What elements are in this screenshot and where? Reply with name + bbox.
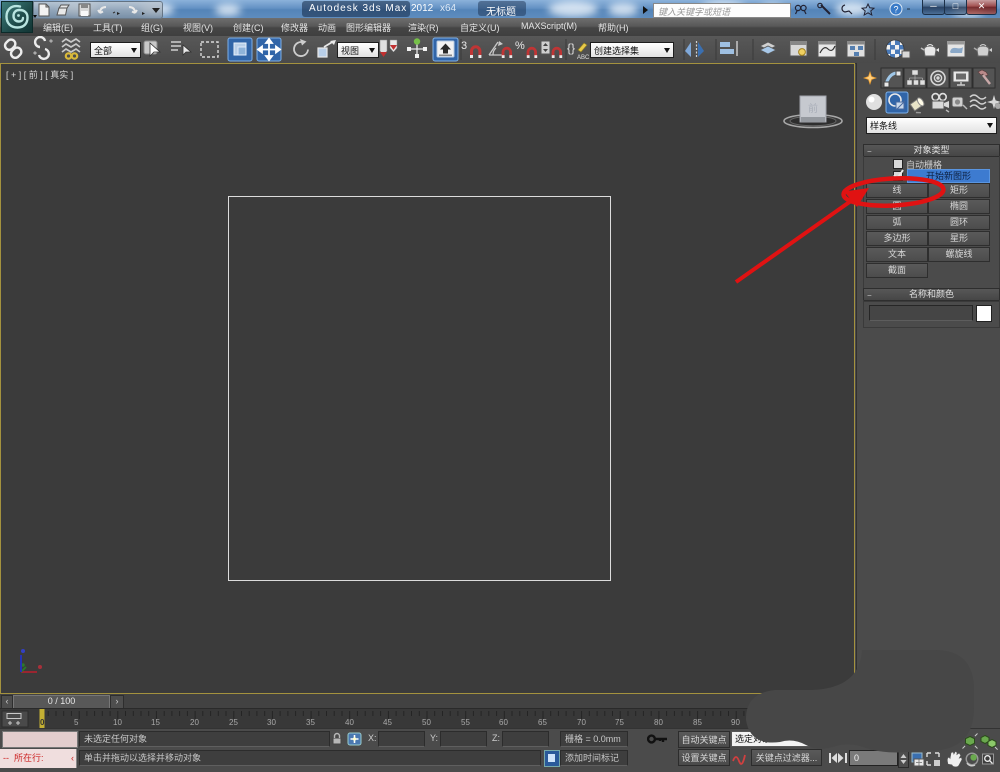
svg-text:%: % [515,40,525,52]
svg-text:{}: {} [567,41,575,55]
svg-text:?: ? [893,5,898,15]
svg-text:3: 3 [461,40,467,52]
svg-text:ABC: ABC [577,55,590,61]
svg-text:前: 前 [808,102,818,115]
